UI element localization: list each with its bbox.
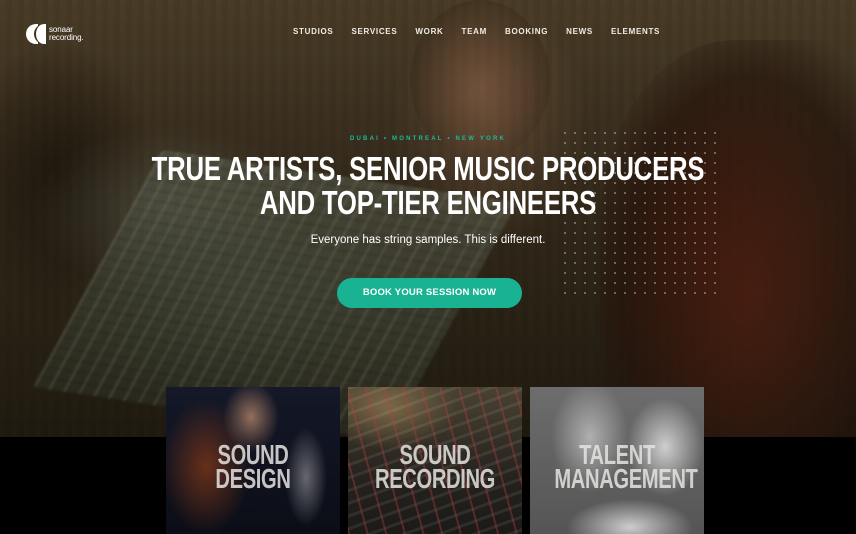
book-session-button[interactable]: BOOK YOUR SESSION NOW [337,278,522,308]
nav-item-services[interactable]: SERVICES [351,27,397,36]
service-card-title: SOUND DESIGN [215,439,291,494]
service-card-talent-management[interactable]: TALENT MANAGEMENT [530,387,704,534]
service-card-title: SOUND RECORDING [375,439,495,494]
service-card-sound-design[interactable]: SOUND DESIGN [166,387,340,534]
nav-item-news[interactable]: NEWS [566,27,593,36]
nav-item-work[interactable]: WORK [415,27,443,36]
hero-subline: Everyone has string samples. This is dif… [310,234,546,246]
brand-name-line2: recording. [49,33,84,42]
service-card-sound-recording[interactable]: SOUND RECORDING [348,387,522,534]
hero-section: sonaar recording. STUDIOS SERVICES WORK … [0,0,856,437]
sonaar-logo-icon [26,24,46,44]
main-nav: STUDIOS SERVICES WORK TEAM BOOKING NEWS … [293,27,678,36]
nav-item-booking[interactable]: BOOKING [505,27,548,36]
hero-headline: TRUE ARTISTS, SENIOR MUSIC PRODUCERS AND… [94,152,762,220]
headline-line2: AND TOP-TIER ENGINEERS [259,184,597,221]
brand-logo[interactable]: sonaar recording. [26,24,84,44]
locations-label: DUBAI • MONTREAL • NEW YORK [349,136,507,142]
services-cards: SOUND DESIGN SOUND RECORDING TALENT MANA… [166,387,704,534]
nav-item-elements[interactable]: ELEMENTS [611,27,660,36]
service-card-title: TALENT MANAGEMENT [554,439,698,494]
nav-item-studios[interactable]: STUDIOS [293,27,333,36]
headline-line1: TRUE ARTISTS, SENIOR MUSIC PRODUCERS [151,150,705,187]
nav-item-team[interactable]: TEAM [462,27,487,36]
